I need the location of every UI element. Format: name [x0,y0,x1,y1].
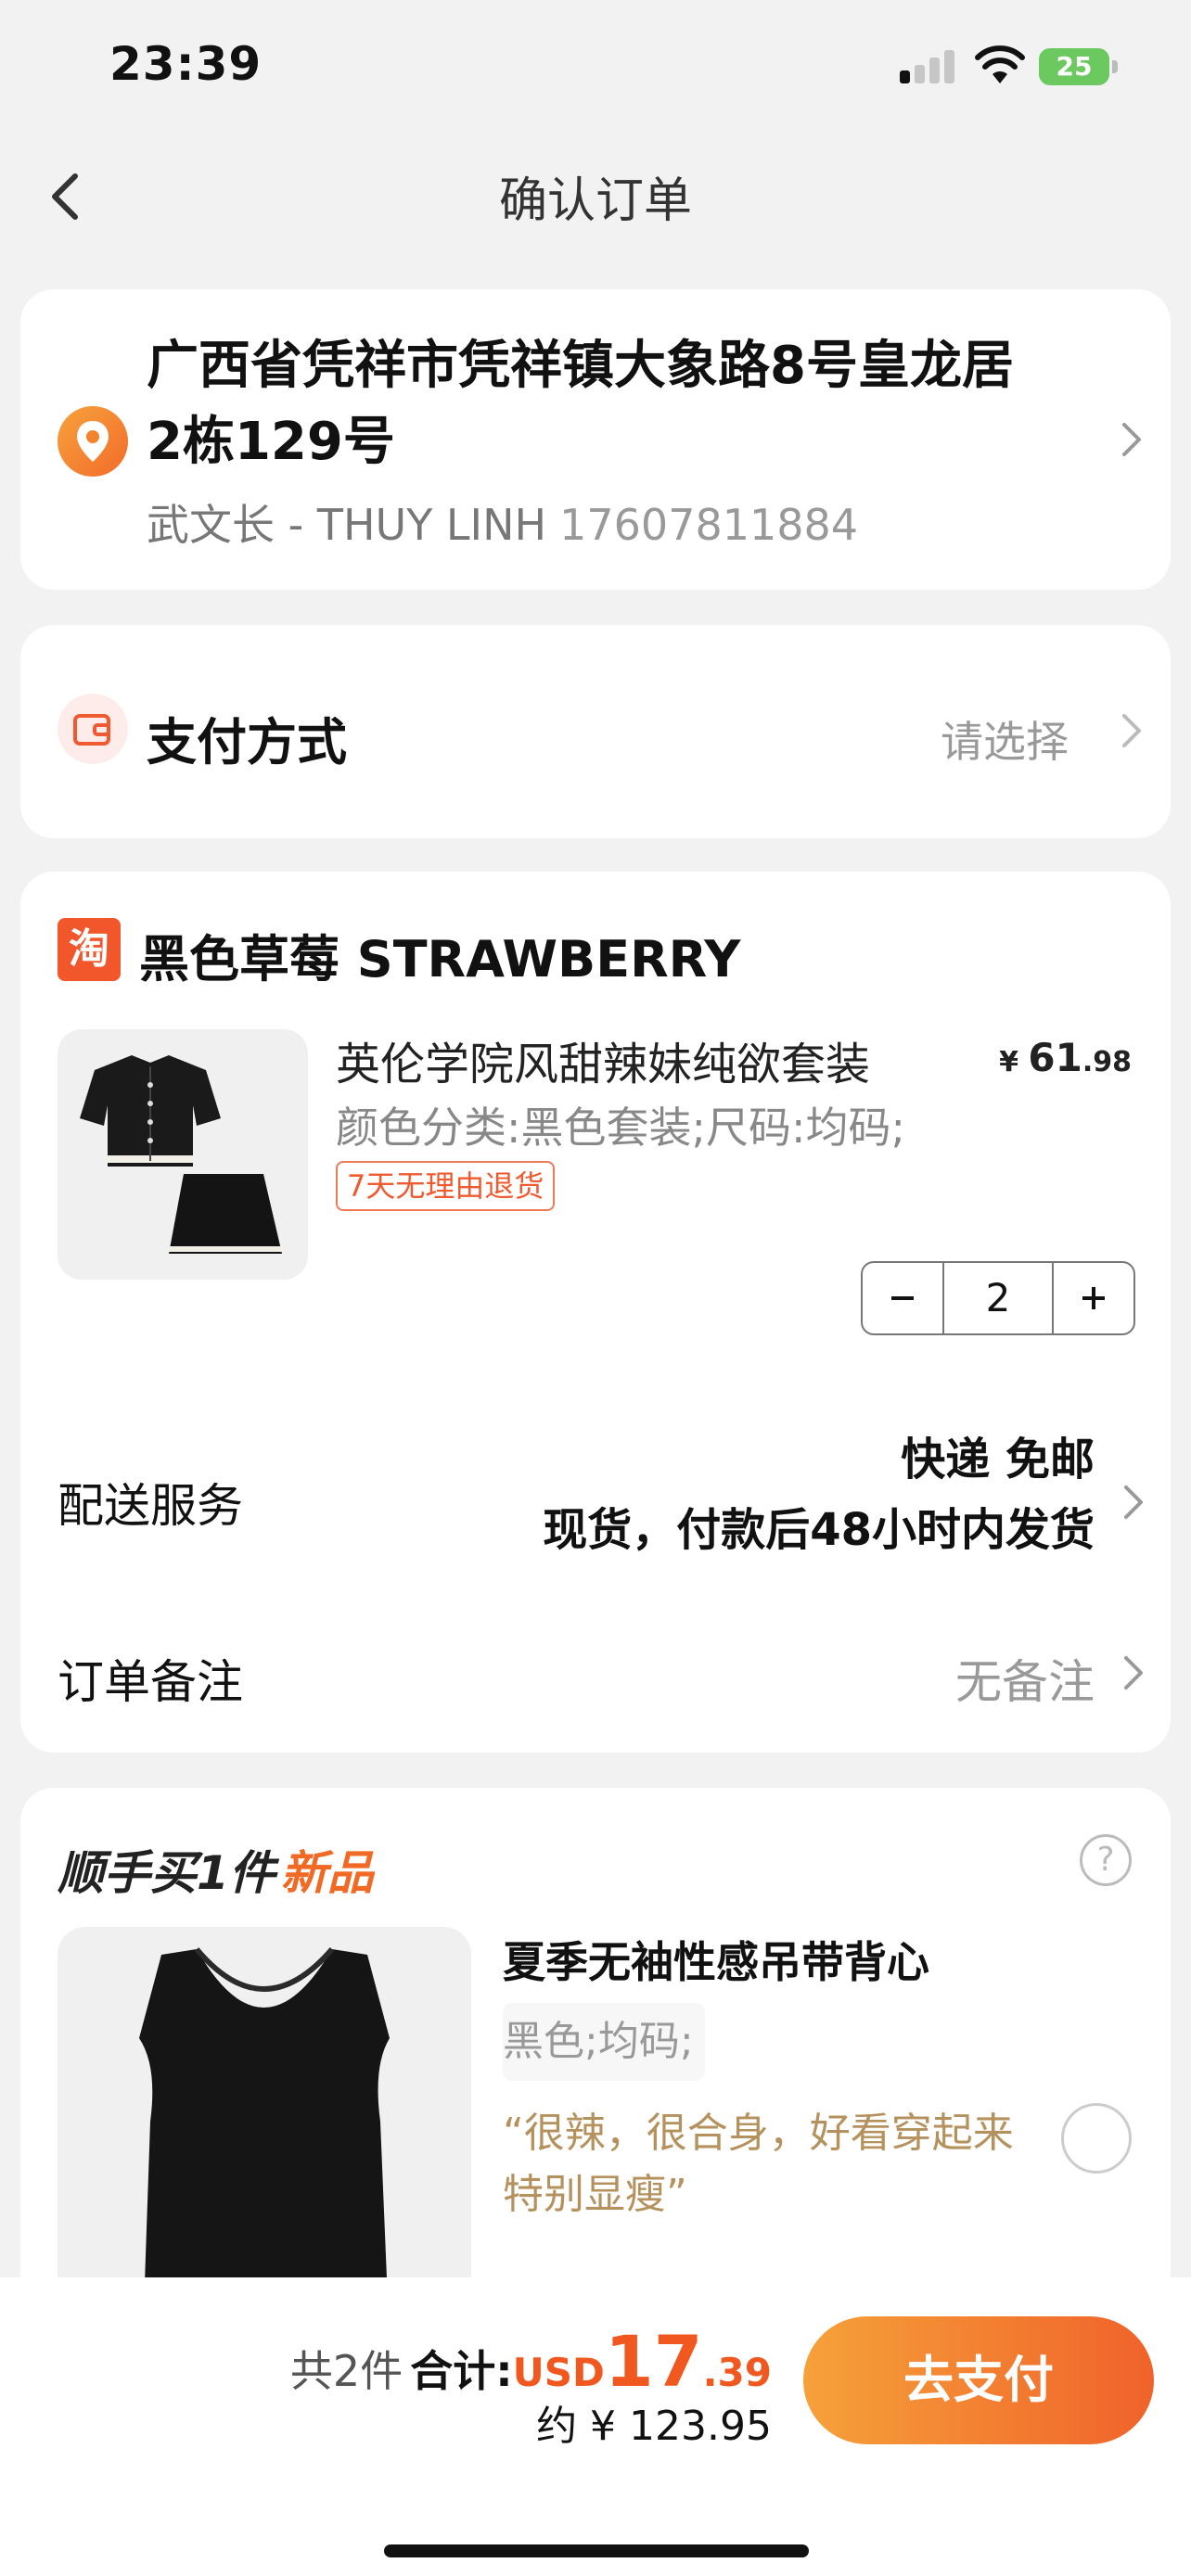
item-count: 共2件 [289,2346,403,2396]
address-contact: 武文长 - THUY LINH 17607811884 [147,491,858,553]
product-title[interactable]: 英伦学院风甜辣妹纯欲套装 [336,1027,870,1092]
order-card: 淘 黑色草莓 STRAWBERRY 英伦学院风甜辣妹纯欲套装 ¥ 61.98 颜… [20,872,1171,1753]
recommend-heading: 顺手买1件 新品 [58,1846,374,1900]
wifi-icon [975,45,1025,83]
total-label: 合计: [410,2346,513,2396]
taobao-shop-icon: 淘 [58,918,121,981]
contact-phone: 17607811884 [559,500,859,550]
status-time: 23:39 [109,37,263,91]
address-text: 广西省凭祥市凭祥镇大象路8号皇龙居2栋129号 [147,336,1014,472]
status-bar: 23:39 25 [0,0,1191,139]
chevron-right-icon [1122,423,1141,456]
order-note-label: 订单备注 [58,1655,243,1709]
total-amount-int: 17 [604,2320,703,2403]
location-pin-icon [58,406,128,477]
chevron-right-icon [1122,714,1141,747]
total-currency: USD [512,2350,605,2395]
order-total: 共2件 合计:USD17.39 [290,2320,772,2403]
address-card[interactable]: 广西省凭祥市凭祥镇大象路8号皇龙居2栋129号 武文长 - THUY LINH 1… [20,289,1171,590]
return-policy-badge: 7天无理由退货 [336,1161,556,1211]
recommend-select-radio[interactable] [1061,2103,1132,2174]
product-spec: 颜色分类:黑色套装;尺码:均码; [336,1103,905,1153]
decrease-button[interactable] [863,1263,942,1333]
contact-name: 武文长 - THUY LINH [147,500,547,550]
recommend-product-title[interactable]: 夏季无袖性感吊带背心 [503,1929,929,1990]
pay-button[interactable]: 去支付 [803,2316,1154,2444]
payment-method-label: 支付方式 [147,713,347,772]
product-price: ¥ 61.98 [999,1035,1132,1080]
page-title: 确认订单 [498,173,692,229]
battery-level: 25 [1039,48,1109,85]
recommend-product-spec[interactable]: 黑色;均码; [503,2003,705,2081]
cellular-signal-icon [900,50,955,83]
order-note-value[interactable]: 无备注 [955,1645,1095,1712]
chevron-right-icon[interactable] [1119,1484,1146,1521]
nav-bar: 确认订单 [0,139,1191,250]
increase-button[interactable] [1054,1263,1133,1333]
payment-method-value: 请选择 [941,717,1069,767]
total-amount-dec: .39 [702,2350,772,2395]
approx-cny-total: 约 ¥ 123.95 [536,2403,772,2450]
wallet-icon [58,694,128,764]
delivery-type[interactable]: 快递 免邮 [901,1422,1095,1487]
product-image[interactable] [58,1029,308,1280]
quantity-value[interactable]: 2 [942,1263,1054,1333]
home-indicator[interactable] [384,2544,809,2557]
help-icon[interactable]: ? [1080,1834,1132,1886]
plus-icon [1082,1287,1105,1309]
recommend-review: “很辣，很合身，好看穿起来特别显瘦” [503,2110,1014,2218]
minus-icon [891,1296,914,1300]
quantity-stepper: 2 [861,1261,1135,1335]
delivery-label: 配送服务 [58,1479,243,1533]
battery-icon: 25 [1039,48,1119,85]
checkout-bar: 共2件 合计:USD17.39 约 ¥ 123.95 去支付 [0,2277,1191,2576]
screen: 23:39 25 确认订单 广西省凭祥市凭祥镇大象路8号皇龙居2栋129号 武文… [0,0,1191,2576]
delivery-time[interactable]: 现货，付款后48小时内发货 [543,1493,1095,1558]
shop-name[interactable]: 黑色草莓 STRAWBERRY [139,918,740,991]
chevron-right-icon[interactable] [1119,1654,1146,1691]
payment-method-card[interactable]: 支付方式 请选择 [20,625,1171,838]
